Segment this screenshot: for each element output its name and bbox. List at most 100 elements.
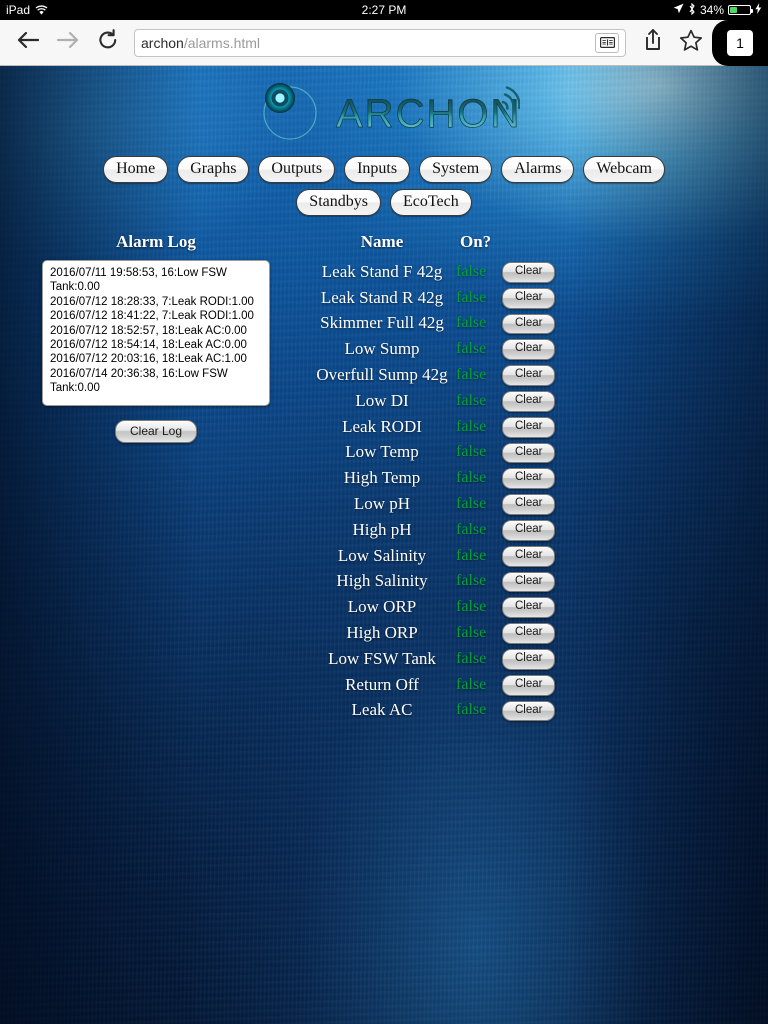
clear-alarm-button[interactable]: Clear bbox=[502, 494, 555, 515]
alarm-action-cell: Clear bbox=[502, 414, 562, 440]
table-row: High pHfalseClear bbox=[308, 517, 562, 543]
ios-status-bar: iPad 2:27 PM 34% bbox=[0, 0, 768, 20]
table-row: High SalinityfalseClear bbox=[308, 569, 562, 595]
table-row: Leak ACfalseClear bbox=[308, 698, 562, 724]
alarm-name-cell: Low Salinity bbox=[308, 543, 456, 569]
battery-icon bbox=[728, 5, 751, 15]
alarm-action-cell: Clear bbox=[502, 440, 562, 466]
reader-view-icon[interactable] bbox=[595, 33, 619, 53]
alarm-state-cell: false bbox=[456, 336, 502, 362]
clear-alarm-button[interactable]: Clear bbox=[502, 546, 555, 567]
alarm-name-cell: High ORP bbox=[308, 620, 456, 646]
alarm-action-cell: Clear bbox=[502, 311, 562, 337]
alarm-action-cell: Clear bbox=[502, 336, 562, 362]
clear-alarm-button[interactable]: Clear bbox=[502, 649, 555, 670]
nav-item-alarms[interactable]: Alarms bbox=[501, 156, 574, 183]
alarm-action-cell: Clear bbox=[502, 672, 562, 698]
alarm-name-cell: Low ORP bbox=[308, 594, 456, 620]
alarm-state-cell: false bbox=[456, 543, 502, 569]
alarm-state-cell: false bbox=[456, 311, 502, 337]
table-row: Leak Stand R 42gfalseClear bbox=[308, 285, 562, 311]
alarm-name-cell: Low Temp bbox=[308, 440, 456, 466]
table-row: Low pHfalseClear bbox=[308, 491, 562, 517]
address-bar[interactable]: archon/alarms.html bbox=[134, 29, 626, 57]
alarm-table-head: Name On? bbox=[308, 232, 562, 259]
clear-alarm-button[interactable]: Clear bbox=[502, 623, 555, 644]
nav-item-standbys[interactable]: Standbys bbox=[296, 189, 381, 216]
clear-alarm-button[interactable]: Clear bbox=[502, 339, 555, 360]
alarm-state-cell: false bbox=[456, 569, 502, 595]
alarm-action-cell: Clear bbox=[502, 646, 562, 672]
alarm-action-cell: Clear bbox=[502, 517, 562, 543]
nav-item-webcam[interactable]: Webcam bbox=[583, 156, 665, 183]
forward-button[interactable] bbox=[48, 23, 88, 63]
nav-item-inputs[interactable]: Inputs bbox=[344, 156, 410, 183]
clear-alarm-button[interactable]: Clear bbox=[502, 468, 555, 489]
location-arrow-icon bbox=[673, 3, 684, 17]
alarm-log-entry: 2016/07/14 20:36:38, 16:Low FSW Tank:0.0… bbox=[50, 367, 263, 396]
alarm-log-entry: 2016/07/12 20:03:16, 18:Leak AC:1.00 bbox=[50, 352, 263, 366]
column-header-on: On? bbox=[456, 232, 502, 259]
lightning-bolt-icon bbox=[755, 3, 762, 17]
clear-alarm-button[interactable]: Clear bbox=[502, 443, 555, 464]
alarm-log-entry: 2016/07/12 18:28:33, 7:Leak RODI:1.00 bbox=[50, 295, 263, 309]
alarm-table: Name On? Leak Stand F 42gfalseClearLeak … bbox=[308, 232, 562, 723]
clear-alarm-button[interactable]: Clear bbox=[502, 288, 555, 309]
alarm-log-entry: 2016/07/12 18:41:22, 7:Leak RODI:1.00 bbox=[50, 309, 263, 323]
alarm-state-cell: false bbox=[456, 440, 502, 466]
table-row: High TempfalseClear bbox=[308, 465, 562, 491]
carrier-label: iPad bbox=[6, 3, 30, 17]
nav-item-ecotech[interactable]: EcoTech bbox=[390, 189, 472, 216]
clear-alarm-button[interactable]: Clear bbox=[502, 391, 555, 412]
alarm-name-cell: Leak AC bbox=[308, 698, 456, 724]
table-row: High ORPfalseClear bbox=[308, 620, 562, 646]
clear-alarm-button[interactable]: Clear bbox=[502, 314, 555, 335]
alarm-action-cell: Clear bbox=[502, 362, 562, 388]
nav-item-graphs[interactable]: Graphs bbox=[177, 156, 249, 183]
clear-alarm-button[interactable]: Clear bbox=[502, 417, 555, 438]
table-row: Return OfffalseClear bbox=[308, 672, 562, 698]
alarm-name-cell: Leak RODI bbox=[308, 414, 456, 440]
reload-button[interactable] bbox=[88, 23, 128, 63]
alarm-name-cell: Skimmer Full 42g bbox=[308, 311, 456, 337]
alarm-table-column: Name On? Leak Stand F 42gfalseClearLeak … bbox=[290, 232, 768, 723]
clear-alarm-button[interactable]: Clear bbox=[502, 520, 555, 541]
clear-alarm-button[interactable]: Clear bbox=[502, 262, 555, 283]
clear-alarm-button[interactable]: Clear bbox=[502, 597, 555, 618]
back-button[interactable] bbox=[8, 23, 48, 63]
alarm-state-cell: false bbox=[456, 672, 502, 698]
nav-item-home[interactable]: Home bbox=[103, 156, 168, 183]
reload-icon bbox=[97, 29, 119, 56]
clear-alarm-button[interactable]: Clear bbox=[502, 701, 555, 722]
alarm-state-cell: false bbox=[456, 594, 502, 620]
status-bar-clock: 2:27 PM bbox=[0, 3, 768, 17]
alarm-log-entry: 2016/07/12 18:52:57, 18:Leak AC:0.00 bbox=[50, 324, 263, 338]
alarm-action-cell: Clear bbox=[502, 594, 562, 620]
clear-alarm-button[interactable]: Clear bbox=[502, 365, 555, 386]
alarm-action-cell: Clear bbox=[502, 388, 562, 414]
table-row: Low TempfalseClear bbox=[308, 440, 562, 466]
alarm-action-cell: Clear bbox=[502, 543, 562, 569]
main-area: Alarm Log 2016/07/11 19:58:53, 16:Low FS… bbox=[0, 216, 768, 723]
alarm-log-box[interactable]: 2016/07/11 19:58:53, 16:Low FSW Tank:0.0… bbox=[42, 260, 270, 406]
bookmark-star-icon bbox=[679, 29, 703, 57]
forward-arrow-icon bbox=[56, 30, 80, 55]
nav-item-outputs[interactable]: Outputs bbox=[258, 156, 335, 183]
alarm-state-cell: false bbox=[456, 517, 502, 543]
clear-alarm-button[interactable]: Clear bbox=[502, 572, 555, 593]
page-content: ARCHON Home Graphs Outputs Inputs System… bbox=[0, 66, 768, 723]
bookmark-button[interactable] bbox=[672, 23, 710, 63]
alarm-state-cell: false bbox=[456, 285, 502, 311]
clear-alarm-button[interactable]: Clear bbox=[502, 675, 555, 696]
share-button[interactable] bbox=[634, 23, 672, 63]
alarm-name-cell: Low DI bbox=[308, 388, 456, 414]
wifi-icon bbox=[35, 5, 48, 16]
clear-log-button[interactable]: Clear Log bbox=[115, 420, 197, 443]
nav-item-system[interactable]: System bbox=[419, 156, 492, 183]
table-row: Low ORPfalseClear bbox=[308, 594, 562, 620]
table-row: Leak RODIfalseClear bbox=[308, 414, 562, 440]
battery-fill bbox=[730, 7, 737, 13]
tabs-button[interactable]: 1 bbox=[712, 20, 768, 66]
table-row: Low DIfalseClear bbox=[308, 388, 562, 414]
alarm-state-cell: false bbox=[456, 388, 502, 414]
